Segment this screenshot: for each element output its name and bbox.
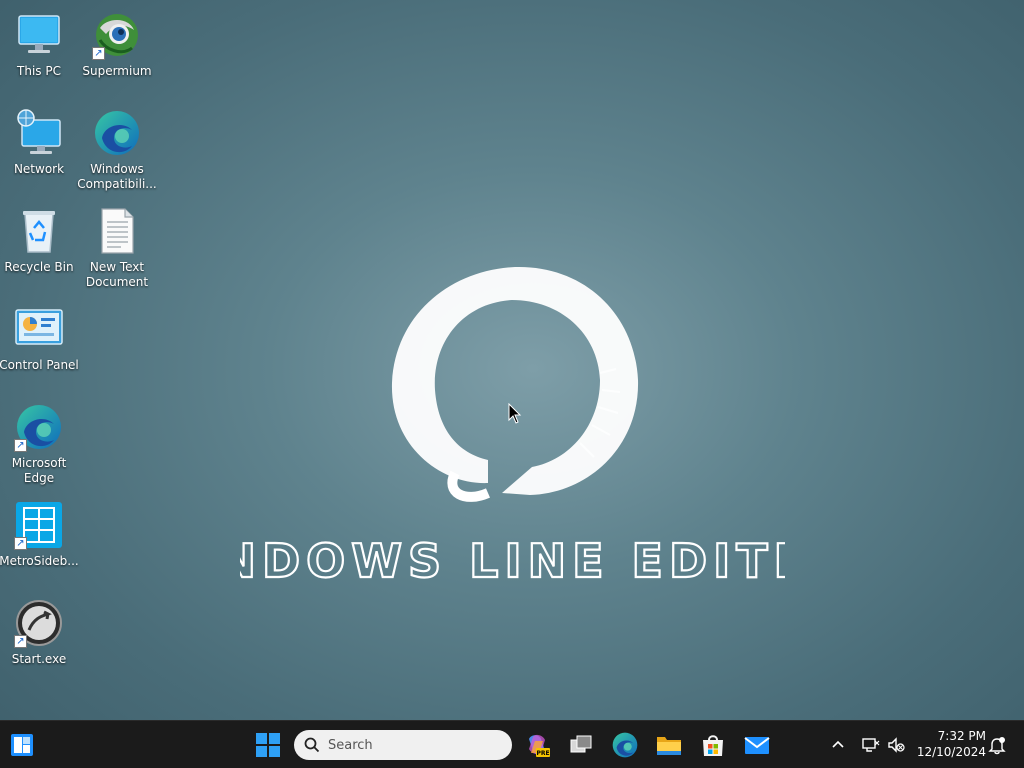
search-icon bbox=[304, 737, 320, 753]
file-explorer-button[interactable] bbox=[651, 727, 687, 763]
desktop-icon-new-text-document[interactable]: New Text Document bbox=[79, 202, 155, 292]
desktop-icon-label: MetroSideb... bbox=[0, 554, 79, 568]
volume-muted-icon bbox=[888, 737, 905, 753]
desktop[interactable]: This PC Network Recycle Bin Control Pane… bbox=[0, 0, 1024, 720]
mail-button[interactable] bbox=[739, 727, 775, 763]
desktop-icon-label: Supermium bbox=[82, 64, 152, 78]
shortcut-arrow-icon: ↗ bbox=[92, 47, 105, 60]
edge-icon: ↗ bbox=[14, 402, 64, 452]
desktop-icon-label: Start.exe bbox=[11, 652, 67, 666]
shortcut-arrow-icon: ↗ bbox=[14, 439, 27, 452]
shortcut-arrow-icon: ↗ bbox=[14, 635, 27, 648]
search-input[interactable] bbox=[328, 737, 498, 753]
desktop-icon-label: Microsoft Edge bbox=[11, 456, 67, 485]
desktop-icon-start-exe[interactable]: ↗ Start.exe bbox=[1, 594, 77, 684]
chevron-up-icon bbox=[832, 740, 844, 748]
metro-sidebar-icon: ↗ bbox=[14, 500, 64, 550]
mouse-cursor-icon bbox=[508, 403, 522, 424]
supermium-browser-icon: ↗ bbox=[92, 10, 142, 60]
control-panel-icon bbox=[14, 304, 64, 354]
file-explorer-icon bbox=[657, 737, 681, 755]
desktop-icon-label: This PC bbox=[17, 64, 61, 78]
desktop-icon-supermium[interactable]: ↗ Supermium bbox=[79, 6, 155, 96]
search-box[interactable] bbox=[294, 730, 512, 760]
edge-icon bbox=[612, 732, 638, 758]
desktop-icon-windows-compatibility[interactable]: Windows Compatibili... bbox=[77, 104, 157, 194]
desktop-icon-this-pc[interactable]: This PC bbox=[1, 6, 77, 96]
edge-icon bbox=[92, 108, 142, 158]
taskbar: PRE bbox=[0, 720, 1024, 768]
task-view-button[interactable] bbox=[563, 727, 599, 763]
clock-time: 7:32 PM bbox=[937, 729, 986, 743]
wallpaper-logo: WINDOWS LINE EDITION bbox=[240, 266, 785, 589]
show-hidden-icons-button[interactable] bbox=[826, 733, 850, 757]
start-exe-icon: ↗ bbox=[14, 598, 64, 648]
start-button[interactable] bbox=[250, 727, 286, 763]
desktop-icon-control-panel[interactable]: Control Panel bbox=[0, 300, 79, 390]
windows-logo-icon bbox=[256, 733, 280, 757]
desktop-icon-network[interactable]: Network bbox=[1, 104, 77, 194]
desktop-icon-label: Network bbox=[13, 162, 65, 176]
desktop-icon-recycle-bin[interactable]: Recycle Bin bbox=[1, 202, 77, 292]
desktop-icon-metrosidebar[interactable]: ↗ MetroSideb... bbox=[0, 496, 79, 586]
clock-date: 12/10/2024 bbox=[916, 745, 986, 759]
shortcut-arrow-icon: ↗ bbox=[14, 537, 27, 550]
microsoft-store-button[interactable] bbox=[695, 727, 731, 763]
svg-text:PRE: PRE bbox=[536, 750, 549, 757]
network-status-button[interactable] bbox=[858, 733, 882, 757]
mail-icon bbox=[744, 737, 770, 754]
widgets-icon bbox=[11, 734, 33, 756]
copilot-icon: PRE bbox=[529, 734, 550, 757]
network-icon bbox=[14, 108, 64, 158]
task-view-icon bbox=[570, 735, 592, 753]
desktop-icon-label: Recycle Bin bbox=[4, 260, 74, 274]
desktop-icon-label: Windows Compatibili... bbox=[77, 162, 157, 191]
recycle-bin-icon bbox=[14, 206, 64, 256]
desktop-icon-label: Control Panel bbox=[0, 358, 79, 372]
text-document-icon bbox=[92, 206, 142, 256]
wallpaper-title: WINDOWS LINE EDITION bbox=[240, 534, 785, 588]
widgets-button[interactable] bbox=[4, 727, 40, 763]
desktop-icon-microsoft-edge[interactable]: ↗ Microsoft Edge bbox=[1, 398, 77, 488]
volume-button[interactable] bbox=[884, 733, 908, 757]
notifications-button[interactable] bbox=[985, 733, 1009, 757]
network-disconnected-icon bbox=[862, 738, 880, 752]
copilot-button[interactable]: PRE bbox=[519, 727, 555, 763]
clock[interactable]: 7:32 PM 12/10/2024 bbox=[914, 728, 986, 760]
desktop-icon-label: New Text Document bbox=[85, 260, 149, 289]
microsoft-store-icon bbox=[703, 735, 723, 756]
notification-bell-icon bbox=[988, 737, 1006, 755]
computer-icon bbox=[14, 10, 64, 60]
edge-taskbar-button[interactable] bbox=[607, 727, 643, 763]
